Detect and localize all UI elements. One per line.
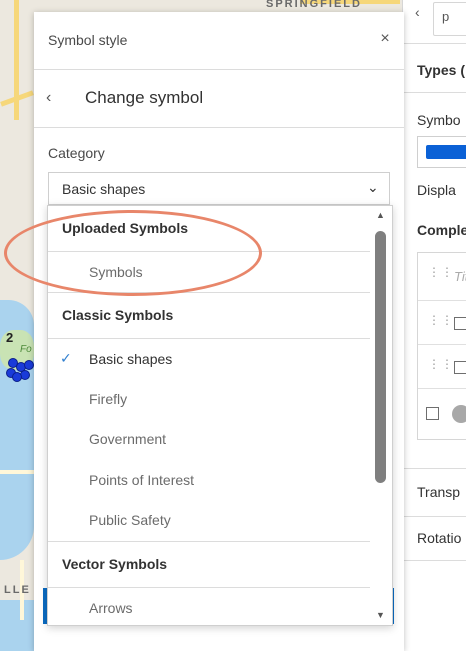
row-checkbox[interactable] (454, 361, 466, 374)
group-header-vector: Vector Symbols (48, 542, 370, 588)
grey-circle-icon (452, 405, 466, 423)
group-header-classic: Classic Symbols (48, 293, 370, 339)
panel-back-icon[interactable]: ‹ (415, 4, 420, 20)
display-label: Displa (417, 182, 456, 198)
change-symbol-header[interactable]: ‹ Change symbol (34, 70, 404, 128)
dropdown-scrollbar[interactable]: ▲ ▼ (370, 206, 392, 625)
chevron-down-icon: ⌄ (367, 179, 379, 195)
row-checkbox[interactable] (454, 317, 466, 330)
checkmark-icon: ✓ (60, 350, 72, 366)
types-heading: Types ( (417, 62, 465, 78)
list-item-public-safety[interactable]: Public Safety (48, 500, 370, 542)
category-dropdown-list[interactable]: Uploaded Symbols Symbols Classic Symbols… (47, 205, 393, 626)
list-item-basic-shapes[interactable]: ✓ Basic shapes (48, 339, 370, 379)
scrollbar-thumb[interactable] (375, 231, 386, 483)
list-item-government[interactable]: Government (48, 419, 370, 459)
dialog-header: Symbol style × (34, 12, 404, 70)
drag-handle-icon[interactable]: ⋮⋮ (428, 314, 453, 333)
scroll-up-icon[interactable]: ▲ (376, 210, 385, 220)
symbol-swatch[interactable] (417, 136, 466, 168)
map-marker-count: 2 (6, 330, 14, 345)
close-icon[interactable]: × (378, 31, 392, 47)
map-point[interactable] (24, 360, 34, 370)
panel-tab[interactable]: p (433, 2, 466, 36)
complex-list: ⋮⋮ Tit ⋮⋮ ⋮⋮ (417, 252, 466, 440)
style-panel: ‹ p Types ( Symbo Displa Comple ⋮⋮ Tit ⋮… (402, 0, 466, 651)
rotation-label: Rotatio (417, 530, 462, 546)
category-select[interactable]: Basic shapes ⌄ (48, 172, 390, 205)
chevron-left-icon[interactable]: ‹ (46, 89, 51, 107)
list-item-arrows[interactable]: Arrows (48, 588, 370, 625)
map-park-label: Fo (20, 344, 32, 355)
dialog-title: Symbol style (48, 32, 128, 48)
transparency-label: Transp (417, 484, 461, 500)
category-selected-value: Basic shapes (62, 181, 146, 197)
map-label-springfield: SPRINGFIELD (266, 0, 362, 10)
row-checkbox[interactable] (426, 407, 439, 420)
drag-handle-icon[interactable]: ⋮⋮ (428, 358, 453, 377)
list-item-symbols[interactable]: Symbols (48, 252, 370, 293)
map-label-partial: LLE (4, 584, 31, 596)
scroll-down-icon[interactable]: ▼ (376, 610, 385, 620)
title-input[interactable]: Tit (454, 269, 466, 284)
map-point[interactable] (12, 372, 22, 382)
drag-handle-icon[interactable]: ⋮⋮ (428, 266, 453, 285)
complex-heading: Comple (417, 222, 466, 238)
category-label: Category (48, 145, 105, 161)
list-item-firefly[interactable]: Firefly (48, 379, 370, 419)
change-symbol-title: Change symbol (85, 88, 204, 107)
list-item-points-of-interest[interactable]: Points of Interest (48, 460, 370, 500)
group-header-uploaded: Uploaded Symbols (48, 206, 370, 252)
symbol-label: Symbo (417, 112, 461, 128)
